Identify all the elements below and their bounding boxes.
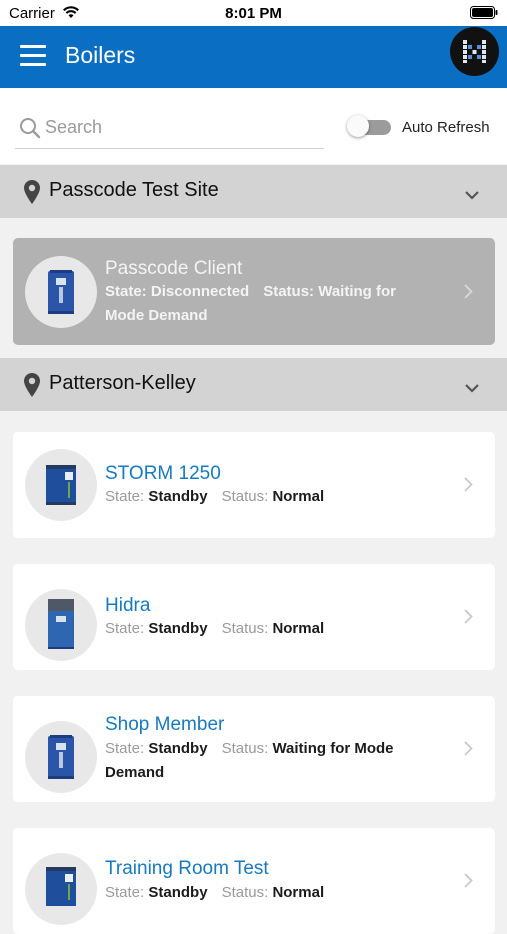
status-label: Status: [221, 488, 269, 505]
boiler-thumbnail [25, 721, 97, 793]
chevron-right-icon [464, 873, 473, 893]
state-value: Standby [148, 620, 208, 637]
status-label: Status: [221, 884, 269, 901]
boiler-status: State: Standby Status: Normal [105, 485, 435, 509]
page-title: Boilers [65, 42, 136, 68]
state-value: Disconnected [150, 283, 250, 300]
site-header[interactable]: Patterson-Kelley [0, 358, 507, 411]
boiler-card[interactable]: Passcode Client State: Disconnected Statu… [13, 238, 495, 345]
boiler-icon [48, 599, 74, 649]
boiler-icon [48, 270, 74, 314]
status-label: Status: [221, 740, 269, 757]
boiler-icon [48, 735, 74, 779]
app-bar: Boilers [0, 26, 507, 88]
search-toolbar: Auto Refresh [0, 88, 507, 164]
boiler-status: State: Disconnected Status: Waiting for M… [105, 280, 435, 328]
boiler-name: Passcode Client [105, 258, 243, 279]
boiler-card[interactable]: Shop Member State: Standby Status: Waitin… [13, 696, 495, 802]
status-label: Status: [263, 283, 315, 300]
boiler-name: Training Room Test [105, 858, 269, 879]
battery-icon [470, 6, 498, 24]
state-value: Standby [148, 488, 208, 505]
status-value: Waiting for Mode Demand [105, 283, 396, 324]
chevron-right-icon [464, 741, 473, 761]
chevron-right-icon [464, 477, 473, 497]
chevron-down-icon[interactable] [465, 380, 479, 398]
boiler-name: Shop Member [105, 714, 225, 735]
status-bar: Carrier 8:01 PM [0, 0, 507, 26]
boiler-card[interactable]: Training Room Test State: Standby Status:… [13, 828, 495, 934]
boiler-thumbnail [25, 589, 97, 661]
map-pin-icon [24, 373, 40, 402]
boiler-icon [46, 867, 76, 906]
boiler-card[interactable]: STORM 1250 State: Standby Status: Normal [13, 432, 495, 538]
site-name: Patterson-Kelley [49, 372, 196, 394]
status-value: Normal [272, 620, 325, 637]
search-input[interactable] [45, 113, 315, 141]
logo-icon[interactable] [450, 27, 499, 76]
search-icon [19, 117, 41, 144]
clock: 8:01 PM [225, 5, 282, 22]
boiler-card[interactable]: Hidra State: Standby Status: Normal [13, 564, 495, 670]
state-label: State: [105, 283, 147, 300]
site-header[interactable]: Passcode Test Site [0, 165, 507, 218]
map-pin-icon [24, 180, 40, 209]
boiler-status: State: Standby Status: Waiting for Mode D… [105, 737, 435, 785]
boiler-name: STORM 1250 [105, 463, 221, 484]
status-label: Status: [221, 620, 269, 637]
status-value: Normal [272, 884, 325, 901]
auto-refresh-label: Auto Refresh [402, 119, 490, 136]
boiler-status: State: Standby Status: Normal [105, 617, 435, 641]
menu-icon[interactable] [20, 45, 46, 67]
auto-refresh-toggle[interactable] [347, 115, 391, 137]
state-value: Standby [148, 740, 208, 757]
boiler-name: Hidra [105, 595, 151, 616]
boiler-thumbnail [25, 256, 97, 328]
state-label: State: [105, 884, 145, 901]
boiler-thumbnail [25, 853, 97, 925]
chevron-right-icon [464, 284, 473, 304]
boiler-thumbnail [25, 449, 97, 521]
boiler-icon [46, 465, 76, 505]
state-value: Standby [148, 884, 208, 901]
chevron-down-icon[interactable] [465, 187, 479, 205]
search-field[interactable] [15, 108, 324, 149]
state-label: State: [105, 620, 145, 637]
state-label: State: [105, 488, 145, 505]
chevron-right-icon [464, 609, 473, 629]
boiler-status: State: Standby Status: Normal [105, 881, 435, 905]
site-name: Passcode Test Site [49, 179, 219, 201]
state-label: State: [105, 740, 145, 757]
status-value: Normal [272, 488, 325, 505]
